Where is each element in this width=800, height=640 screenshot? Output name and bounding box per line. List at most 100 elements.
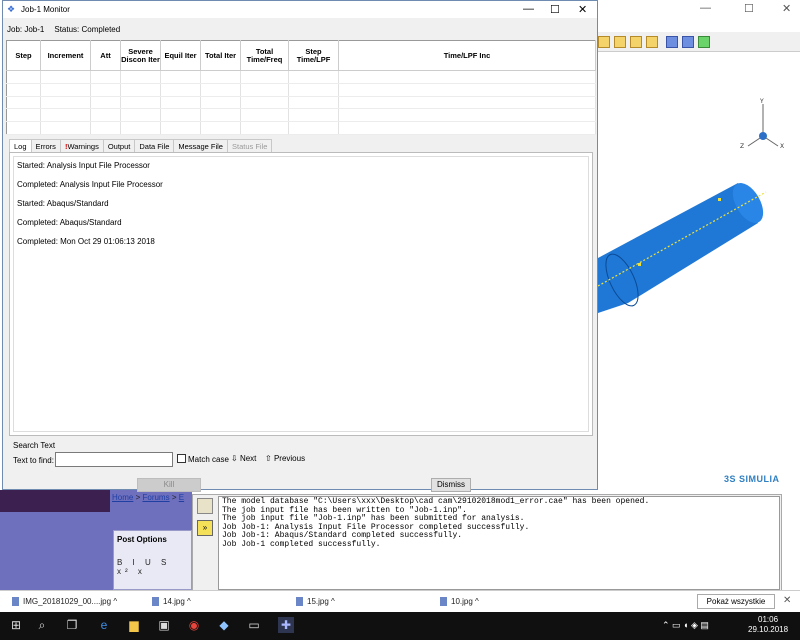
column-header[interactable]: Increment	[40, 40, 91, 71]
orientation-triad-icon: Y Z X	[740, 98, 784, 150]
tab-output[interactable]: Output	[102, 139, 136, 152]
edge-browser-icon[interactable]: e	[96, 617, 112, 633]
close-icon[interactable]: ✕	[783, 595, 791, 606]
tab-status-file: Status File	[226, 139, 273, 152]
previous-button[interactable]: ⇧ Previous	[265, 454, 305, 463]
download-item[interactable]: 15.jpg ^	[296, 597, 335, 607]
download-item[interactable]: 10.jpg ^	[440, 597, 479, 607]
job-label: Job:	[7, 25, 23, 34]
breadcrumb-forums-link[interactable]: Forums	[142, 493, 169, 502]
chrome-icon[interactable]: ◉	[186, 617, 202, 633]
chevron-up-icon[interactable]: ^	[187, 597, 191, 606]
breadcrumb-separator: >	[135, 493, 141, 502]
log-line: Completed: Analysis Input File Processor	[17, 180, 163, 189]
job-monitor-titlebar[interactable]: ❖ Job-1 Monitor — ☐ ✕	[3, 1, 597, 18]
store-icon[interactable]: ▣	[156, 617, 172, 633]
file-icon	[152, 597, 159, 607]
dismiss-button[interactable]: Dismiss	[431, 478, 471, 492]
minimize-button[interactable]: —	[523, 3, 534, 15]
next-button[interactable]: ⇩ Next	[231, 454, 256, 463]
download-name: 15.jpg	[307, 597, 329, 606]
view-front-icon[interactable]	[614, 36, 626, 48]
download-item[interactable]: 14.jpg ^	[152, 597, 191, 607]
render-mode-icon[interactable]	[666, 36, 678, 48]
breadcrumb-next-link[interactable]: E	[179, 493, 184, 502]
terminal-icon[interactable]: ▭	[246, 617, 262, 633]
system-tray[interactable]: ⌃ ▭ ◖ ◈ ▤	[662, 620, 709, 631]
download-name: IMG_20181029_00....jpg	[23, 597, 112, 606]
tab-errors[interactable]: Errors	[30, 139, 61, 152]
arrow-up-icon: ⇧	[265, 454, 272, 463]
view-cube-icon[interactable]	[598, 36, 610, 48]
message-area-text: The model database "C:\Users\xxx\Desktop…	[218, 496, 780, 590]
app-icon[interactable]: ◆	[216, 617, 232, 633]
log-line: Started: Analysis Input File Processor	[17, 161, 150, 170]
view-top-icon[interactable]	[630, 36, 642, 48]
job-monitor-title: Job-1 Monitor	[21, 5, 70, 14]
message-area-icon[interactable]	[197, 498, 213, 514]
model-viewport[interactable]: Y Z X	[597, 88, 800, 498]
tab-message-file[interactable]: Message File	[173, 139, 228, 152]
tab-warnings[interactable]: !Warnings	[59, 139, 104, 152]
download-item[interactable]: IMG_20181029_00....jpg ^	[12, 597, 117, 607]
downloads-bar: IMG_20181029_00....jpg ^ 14.jpg ^ 15.jpg…	[0, 590, 800, 612]
simulia-logo: 3S SIMULIA	[724, 474, 780, 484]
cae-titlebar: — ☐ ✕	[598, 0, 800, 16]
search-icon[interactable]: ⌕	[34, 617, 50, 633]
download-name: 14.jpg	[163, 597, 185, 606]
tube-part	[597, 183, 767, 313]
column-header[interactable]: Severe Discon Iter	[120, 40, 161, 71]
cae-maximize-button[interactable]: ☐	[744, 2, 754, 15]
svg-text:X: X	[780, 143, 784, 150]
chevron-up-icon[interactable]: ^	[331, 597, 335, 606]
clock-date: 29.10.2018	[748, 625, 789, 634]
kill-button: Kill	[137, 478, 201, 492]
column-header[interactable]: Total Iter	[200, 40, 241, 71]
column-header[interactable]: Time/LPF Inc	[338, 40, 596, 71]
render-shade-icon[interactable]	[682, 36, 694, 48]
file-icon	[440, 597, 447, 607]
column-header[interactable]: Total Time/Freq	[240, 40, 289, 71]
job-status-row: Job: Job-1 Status: Completed	[7, 25, 120, 34]
search-text-group: Search Text Text to find: Match case ⇩ N…	[9, 441, 593, 471]
search-input[interactable]	[55, 452, 173, 467]
show-all-downloads-button[interactable]: Pokaż wszystkie	[697, 594, 775, 609]
chevron-up-icon[interactable]: ^	[475, 597, 479, 606]
clock[interactable]: 01:06 29.10.2018	[748, 615, 788, 635]
column-header[interactable]: Step	[6, 40, 41, 71]
match-case-checkbox[interactable]	[177, 454, 186, 463]
message-line: Job Job-1 completed successfully.	[222, 539, 381, 549]
increment-status-table: Step Increment Att Severe Discon Iter Eq…	[6, 40, 596, 135]
log-line: Completed: Mon Oct 29 01:06:13 2018	[17, 237, 155, 246]
job-monitor-dialog: ❖ Job-1 Monitor — ☐ ✕ Job: Job-1 Status:…	[2, 0, 598, 492]
column-header[interactable]: Att	[90, 40, 121, 71]
format-toolbar[interactable]: B I U S x² x	[117, 558, 191, 576]
log-line: Completed: Abaqus/Standard	[17, 218, 122, 227]
task-view-icon[interactable]: ❐	[64, 617, 80, 633]
windows-taskbar: ⊞ ⌕ ❐ e ▆ ▣ ◉ ◆ ▭ ✚ ⌃ ▭ ◖ ◈ ▤ 01:06 29.1…	[0, 612, 800, 640]
start-icon[interactable]: ⊞	[8, 617, 24, 633]
column-header[interactable]: Step Time/LPF	[288, 40, 339, 71]
kernel-command-icon[interactable]: »	[197, 520, 213, 536]
view-iso-icon[interactable]	[646, 36, 658, 48]
cae-close-button[interactable]: ✕	[782, 2, 791, 15]
post-options-label: Post Options	[117, 535, 167, 544]
log-text-area[interactable]: Started: Analysis Input File Processor C…	[13, 156, 589, 432]
render-color-icon[interactable]	[698, 36, 710, 48]
table-row	[6, 121, 596, 135]
cae-minimize-button[interactable]: —	[700, 2, 711, 14]
tab-log[interactable]: Log	[9, 139, 32, 153]
column-header[interactable]: Equil Iter	[160, 40, 201, 71]
close-button[interactable]: ✕	[578, 3, 587, 16]
breadcrumb: Home > Forums > E	[112, 493, 184, 502]
tab-data-file[interactable]: Data File	[134, 139, 175, 152]
breadcrumb-home-link[interactable]: Home	[112, 493, 133, 502]
abaqus-taskbar-icon[interactable]: ✚	[278, 617, 294, 633]
table-row	[6, 70, 596, 84]
maximize-button[interactable]: ☐	[550, 3, 560, 16]
file-explorer-icon[interactable]: ▆	[126, 617, 142, 633]
job-value: Job-1	[24, 25, 45, 34]
chevron-up-icon[interactable]: ^	[113, 597, 117, 606]
search-group-title: Search Text	[13, 441, 56, 450]
breadcrumb-separator: >	[171, 493, 177, 502]
